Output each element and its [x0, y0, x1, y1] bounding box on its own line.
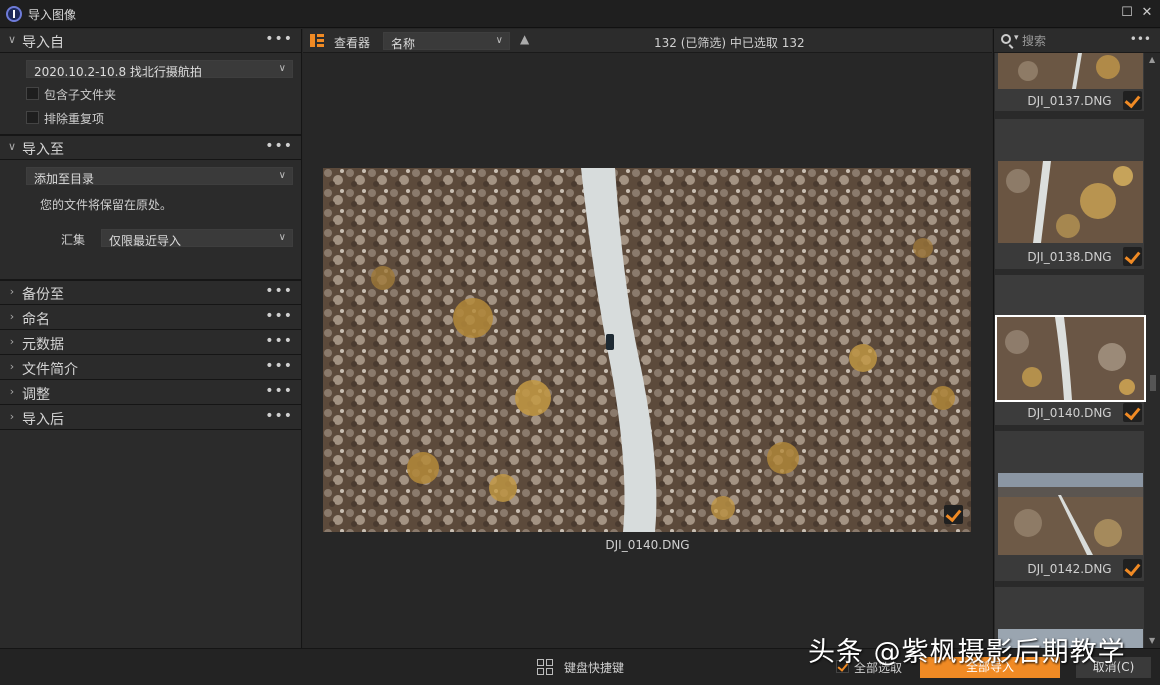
- collection-label: 汇集: [61, 233, 86, 247]
- title-bar: 导入图像 ☐ ✕: [0, 0, 1160, 28]
- section-naming-header[interactable]: › 命名 •••: [0, 306, 301, 330]
- viewer-layout-icon[interactable]: [310, 34, 324, 47]
- section-label: 命名: [22, 312, 50, 328]
- thumbnail-cell[interactable]: DJI_0142.DNG: [995, 431, 1144, 581]
- more-options-icon[interactable]: •••: [265, 408, 293, 424]
- section-label: 导入自: [22, 35, 64, 51]
- watermark-text: 头条 @紫枫摄影后期教学: [808, 637, 1126, 668]
- preview-image[interactable]: [323, 168, 971, 532]
- more-options-icon[interactable]: •••: [265, 138, 293, 154]
- chevron-right-icon: ›: [9, 360, 15, 373]
- thumbnail-cell[interactable]: DJI_0140.DNG: [995, 275, 1146, 425]
- chevron-right-icon: ›: [9, 335, 15, 348]
- scroll-thumb[interactable]: [1150, 375, 1156, 391]
- app-logo-icon: [6, 6, 22, 22]
- chevron-down-icon: ∨: [7, 140, 17, 153]
- checkbox-box[interactable]: [26, 111, 39, 124]
- thumbnail-image[interactable]: [998, 161, 1143, 243]
- chevron-down-icon: ∨: [495, 35, 503, 46]
- search-input[interactable]: [1022, 33, 1140, 49]
- more-options-icon[interactable]: •••: [265, 333, 293, 349]
- aerial-forest-road-image: [323, 168, 971, 532]
- section-backup-header[interactable]: › 备份至 •••: [0, 281, 301, 305]
- chevron-right-icon: ›: [9, 310, 15, 323]
- close-icon[interactable]: ✕: [1139, 5, 1155, 21]
- chevron-down-icon: ∨: [278, 232, 286, 243]
- destination-value: 添加至目录: [34, 172, 95, 186]
- thumbnail-image[interactable]: [995, 315, 1146, 402]
- left-panel: ∨ 导入自 ••• 2020.10.2-10.8 找北行摄航拍 ∨ 包含子文件夹…: [0, 29, 302, 648]
- center-panel: 查看器 名称 ∨ ▲ 132 (已筛选) 中已选取 132 DJI_0140.D…: [303, 29, 992, 648]
- more-options-icon[interactable]: •••: [265, 283, 293, 299]
- scroll-down-icon[interactable]: ▼: [1149, 636, 1155, 645]
- aerial-thumbnail-image: [998, 161, 1143, 243]
- destination-dropdown[interactable]: 添加至目录 ∨: [26, 167, 293, 186]
- thumbnail-filename: DJI_0138.DNG: [1027, 250, 1112, 264]
- source-value: 2020.10.2-10.8 找北行摄航拍: [34, 65, 202, 79]
- section-file-info-header[interactable]: › 文件简介 •••: [0, 356, 301, 380]
- section-metadata-header[interactable]: › 元数据 •••: [0, 331, 301, 355]
- sort-ascending-icon[interactable]: ▲: [520, 32, 529, 46]
- chevron-right-icon: ›: [9, 285, 15, 298]
- search-bar: ▾ •••: [994, 29, 1160, 53]
- maximize-icon[interactable]: ☐: [1119, 5, 1135, 21]
- sort-value: 名称: [391, 37, 416, 51]
- section-import-to-header[interactable]: ∨ 导入至 •••: [0, 136, 301, 160]
- checkbox-label: 包含子文件夹: [44, 88, 117, 102]
- thumbnail-cell[interactable]: DJI_0137.DNG: [995, 53, 1144, 111]
- chevron-down-icon: ∨: [278, 170, 286, 181]
- thumbnail-check-icon[interactable]: [1123, 559, 1142, 578]
- source-dropdown[interactable]: 2020.10.2-10.8 找北行摄航拍 ∨: [26, 60, 293, 79]
- scroll-up-icon[interactable]: ▲: [1149, 55, 1155, 64]
- thumbnail-image[interactable]: [998, 473, 1143, 555]
- filmstrip-panel: ▾ ••• DJI_0137.DNG D: [993, 29, 1160, 648]
- preview-filename: DJI_0140.DNG: [605, 538, 690, 552]
- aerial-thumbnail-image: [997, 317, 1144, 400]
- section-label: 元数据: [22, 337, 64, 353]
- section-adjust-header[interactable]: › 调整 •••: [0, 381, 301, 405]
- viewer-label[interactable]: 查看器: [334, 34, 370, 51]
- section-label: 导入后: [22, 412, 64, 428]
- section-label: 文件简介: [22, 362, 78, 378]
- keyboard-shortcuts-link[interactable]: 键盘快捷键: [564, 659, 624, 676]
- thumbnail-check-icon[interactable]: [1123, 91, 1142, 110]
- thumbnail-filename: DJI_0137.DNG: [1027, 94, 1112, 108]
- section-import-from-header[interactable]: ∨ 导入自 •••: [0, 29, 301, 53]
- more-options-icon[interactable]: •••: [265, 358, 293, 374]
- collection-value: 仅限最近导入: [109, 234, 182, 248]
- checkbox-label: 排除重复项: [44, 112, 105, 126]
- more-options-icon[interactable]: •••: [265, 308, 293, 324]
- more-options-icon[interactable]: •••: [265, 31, 293, 47]
- sort-dropdown[interactable]: 名称 ∨: [383, 32, 510, 51]
- collection-dropdown[interactable]: 仅限最近导入 ∨: [101, 229, 293, 248]
- section-label: 导入至: [22, 142, 64, 158]
- thumbnail-image[interactable]: [998, 53, 1143, 89]
- section-after-import-header[interactable]: › 导入后 •••: [0, 406, 301, 430]
- aerial-thumbnail-image: [998, 473, 1143, 555]
- thumbnail-check-icon[interactable]: [1123, 403, 1142, 422]
- chevron-right-icon: ›: [9, 385, 15, 398]
- aerial-thumbnail-image: [998, 53, 1143, 89]
- preview-check-icon[interactable]: [944, 505, 963, 524]
- chevron-down-icon: ∨: [278, 63, 286, 74]
- keyboard-icon[interactable]: [537, 659, 554, 675]
- filmstrip-scrollbar[interactable]: ▲ ▼: [1148, 55, 1158, 645]
- thumbnail-filename: DJI_0140.DNG: [1027, 406, 1112, 420]
- more-options-icon[interactable]: •••: [1130, 32, 1151, 46]
- more-options-icon[interactable]: •••: [265, 383, 293, 399]
- chevron-down-icon[interactable]: ▾: [1014, 33, 1019, 43]
- search-icon[interactable]: [1001, 34, 1011, 44]
- checkbox-box[interactable]: [26, 87, 39, 100]
- viewer-toolbar: 查看器 名称 ∨ ▲ 132 (已筛选) 中已选取 132: [303, 29, 992, 53]
- section-label: 备份至: [22, 287, 64, 303]
- files-kept-note: 您的文件将保留在原处。: [40, 198, 173, 212]
- section-label: 调整: [22, 387, 50, 403]
- thumbnail-cell[interactable]: DJI_0138.DNG: [995, 119, 1144, 269]
- selection-status: 132 (已筛选) 中已选取 132: [654, 36, 805, 50]
- window-title: 导入图像: [28, 8, 77, 22]
- chevron-down-icon: ∨: [7, 33, 17, 46]
- chevron-right-icon: ›: [9, 410, 15, 423]
- thumbnail-filename: DJI_0142.DNG: [1027, 562, 1112, 576]
- thumbnail-check-icon[interactable]: [1123, 247, 1142, 266]
